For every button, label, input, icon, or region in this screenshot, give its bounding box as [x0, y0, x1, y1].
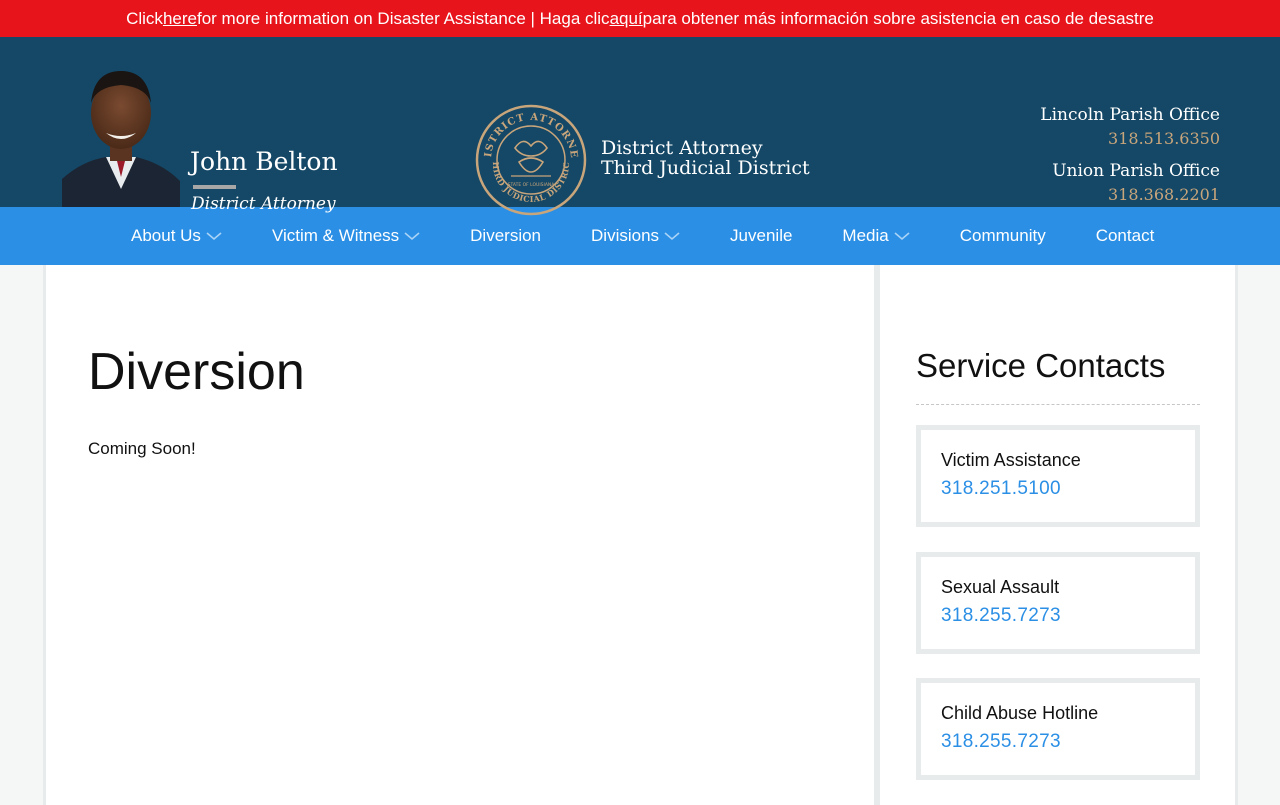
portrait-photo — [62, 71, 180, 207]
main-nav: About Us Victim & Witness Diversion Divi… — [0, 207, 1280, 265]
nav-item-divisions[interactable]: Divisions — [591, 226, 680, 246]
contact-phone-link[interactable]: 318.251.5100 — [941, 478, 1195, 500]
nav-item-label: Juvenile — [730, 226, 793, 245]
contact-name: Child Abuse Hotline — [941, 703, 1099, 723]
svg-text:STATE OF LOUISIANA: STATE OF LOUISIANA — [508, 182, 556, 188]
sidebar-divider — [916, 404, 1200, 405]
nav-item-label: Diversion — [470, 226, 542, 245]
contact-card-victim-assistance: Victim Assistance 318.251.5100 — [916, 425, 1200, 527]
chevron-down-icon — [664, 232, 680, 241]
disaster-alert-bar: Click here for more information on Disas… — [0, 0, 1280, 37]
nav-item-diversion[interactable]: Diversion — [470, 226, 541, 246]
nav-item-about-us[interactable]: About Us — [131, 226, 222, 246]
service-contacts-sidebar: Service Contacts Victim Assistance 318.2… — [877, 265, 1238, 805]
nav-item-label: Divisions — [591, 226, 660, 245]
office-name: District Attorney Third Judicial Distric… — [601, 138, 810, 178]
office-name-line1: District Attorney — [601, 137, 763, 159]
main-content: Diversion Coming Soon! — [43, 265, 877, 805]
sidebar-title: Service Contacts — [916, 347, 1166, 384]
da-name: John Belton — [190, 147, 338, 176]
contact-card-child-abuse-hotline: Child Abuse Hotline 318.255.7273 — [916, 678, 1200, 780]
site-header: John Belton District Attorney DISTRICT A… — [0, 37, 1280, 216]
nav-item-community[interactable]: Community — [960, 226, 1046, 246]
nav-item-media[interactable]: Media — [842, 226, 910, 246]
nav-item-label: Contact — [1095, 226, 1155, 245]
da-seal-logo[interactable]: DISTRICT ATTORNEY THIRD JUDICIAL DISTRIC… — [475, 104, 587, 216]
contact-phone-link[interactable]: 318.255.7273 — [941, 605, 1195, 627]
union-parish-office: Union Parish Office 318.368.2201 — [1052, 161, 1220, 204]
lincoln-parish-office: Lincoln Parish Office 318.513.6350 — [1040, 105, 1220, 148]
union-office-phone[interactable]: 318.368.2201 — [1052, 185, 1220, 204]
office-name-line2: Third Judicial District — [601, 157, 810, 179]
alert-link-aqui[interactable]: aquí — [610, 9, 643, 29]
union-office-name: Union Parish Office — [1052, 161, 1220, 181]
nav-item-label: Media — [842, 226, 889, 245]
chevron-down-icon — [404, 232, 420, 241]
nav-item-victim-witness[interactable]: Victim & Witness — [272, 226, 420, 246]
chevron-down-icon — [894, 232, 910, 241]
chevron-down-icon — [206, 232, 222, 241]
da-title: District Attorney — [191, 194, 336, 214]
alert-link-here[interactable]: here — [163, 9, 197, 29]
nav-item-label: Victim & Witness — [271, 226, 400, 245]
contact-name: Victim Assistance — [941, 450, 1081, 470]
lincoln-office-name: Lincoln Parish Office — [1040, 105, 1220, 125]
page-body-text: Coming Soon! — [88, 439, 196, 458]
contact-card-sexual-assault: Sexual Assault 318.255.7273 — [916, 552, 1200, 654]
alert-text-mid: for more information on Disaster Assista… — [196, 8, 610, 28]
nav-item-juvenile[interactable]: Juvenile — [730, 226, 792, 246]
nav-item-contact[interactable]: Contact — [1096, 226, 1155, 246]
nav-item-label: Community — [959, 226, 1046, 245]
page-title: Diversion — [88, 343, 305, 401]
contact-phone-link[interactable]: 318.255.7273 — [941, 731, 1195, 753]
lincoln-office-phone[interactable]: 318.513.6350 — [1040, 129, 1220, 148]
alert-text-pre: Click — [126, 8, 163, 28]
da-name-divider — [193, 185, 236, 189]
alert-text-post: para obtener más información sobre asist… — [642, 8, 1154, 28]
nav-item-label: About Us — [131, 226, 201, 245]
contact-name: Sexual Assault — [941, 577, 1060, 597]
